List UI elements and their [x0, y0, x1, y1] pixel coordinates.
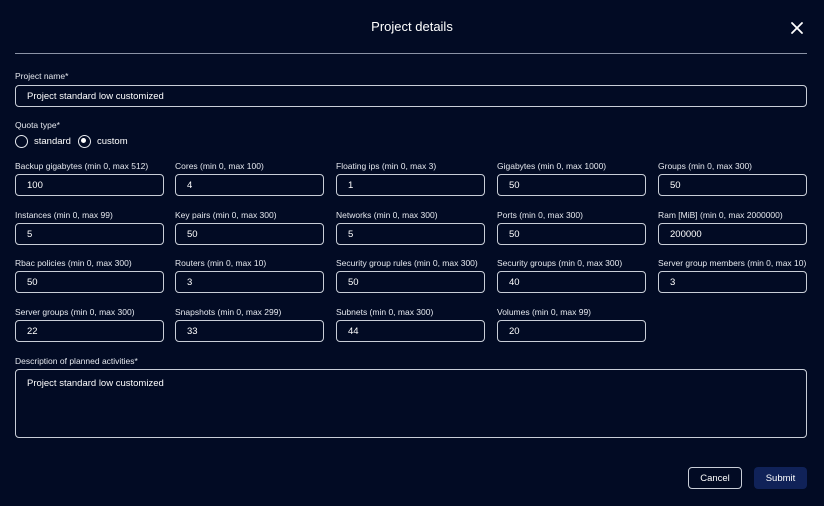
quota-type-custom-label: custom [96, 135, 128, 147]
description-textarea[interactable]: Project standard low customized [15, 369, 807, 438]
quota-field-input[interactable] [658, 174, 807, 196]
quota-field-label: Snapshots (min 0, max 299) [175, 307, 282, 317]
quota-field-label: Networks (min 0, max 300) [336, 210, 438, 220]
quota-field-input[interactable] [497, 320, 646, 342]
quota-field-label: Backup gigabytes (min 0, max 512) [15, 161, 149, 171]
dialog-title: Project details [371, 19, 453, 34]
quota-field-input[interactable] [175, 271, 324, 293]
quota-field-label: Gigabytes (min 0, max 1000) [497, 161, 607, 171]
quota-field-input[interactable] [336, 271, 485, 293]
project-details-dialog: Project details Project name* Quota type… [0, 0, 824, 506]
quota-field-label: Security group rules (min 0, max 300) [336, 258, 478, 268]
quota-field-label: Server group members (min 0, max 10) [658, 258, 807, 268]
quota-type-standard-label: standard [34, 135, 71, 147]
close-button[interactable] [789, 20, 805, 36]
quota-field-label: Volumes (min 0, max 99) [497, 307, 592, 317]
quota-field-input[interactable] [336, 223, 485, 245]
quota-field-label: Key pairs (min 0, max 300) [175, 210, 277, 220]
quota-field-input[interactable] [336, 320, 485, 342]
project-name-label: Project name* [15, 71, 69, 81]
quota-field-input[interactable] [15, 174, 164, 196]
quota-type-custom-radio[interactable] [77, 134, 91, 148]
quota-field-input[interactable] [15, 223, 164, 245]
close-icon [791, 22, 803, 34]
quota-field-input[interactable] [336, 174, 485, 196]
quota-field-input[interactable] [175, 223, 324, 245]
quota-field-label: Security groups (min 0, max 300) [497, 258, 623, 268]
quota-field-input[interactable] [15, 271, 164, 293]
cancel-button[interactable]: Cancel [688, 467, 742, 489]
quota-field-input[interactable] [497, 223, 646, 245]
quota-field-input[interactable] [658, 271, 807, 293]
project-name-input[interactable] [15, 85, 807, 107]
quota-field-input[interactable] [497, 174, 646, 196]
header-divider [15, 53, 807, 54]
quota-field-input[interactable] [15, 320, 164, 342]
submit-button[interactable]: Submit [754, 467, 807, 489]
quota-field-label: Server groups (min 0, max 300) [15, 307, 135, 317]
quota-field-input[interactable] [175, 320, 324, 342]
quota-field-label: Ram [MiB] (min 0, max 2000000) [658, 210, 783, 220]
quota-field-label: Rbac policies (min 0, max 300) [15, 258, 132, 268]
quota-field-label: Ports (min 0, max 300) [497, 210, 583, 220]
quota-field-input[interactable] [497, 271, 646, 293]
quota-field-label: Floating ips (min 0, max 3) [336, 161, 437, 171]
quota-type-label: Quota type* [15, 120, 60, 130]
quota-field-input[interactable] [658, 223, 807, 245]
description-label: Description of planned activities* [15, 356, 138, 366]
quota-type-radio-group: standard custom [15, 134, 135, 148]
quota-field-label: Instances (min 0, max 99) [15, 210, 113, 220]
quota-field-input[interactable] [175, 174, 324, 196]
quota-field-label: Groups (min 0, max 300) [658, 161, 753, 171]
quota-field-label: Routers (min 0, max 10) [175, 258, 267, 268]
quota-field-label: Cores (min 0, max 100) [175, 161, 264, 171]
quota-field-label: Subnets (min 0, max 300) [336, 307, 434, 317]
quota-type-standard-radio[interactable] [15, 134, 28, 148]
